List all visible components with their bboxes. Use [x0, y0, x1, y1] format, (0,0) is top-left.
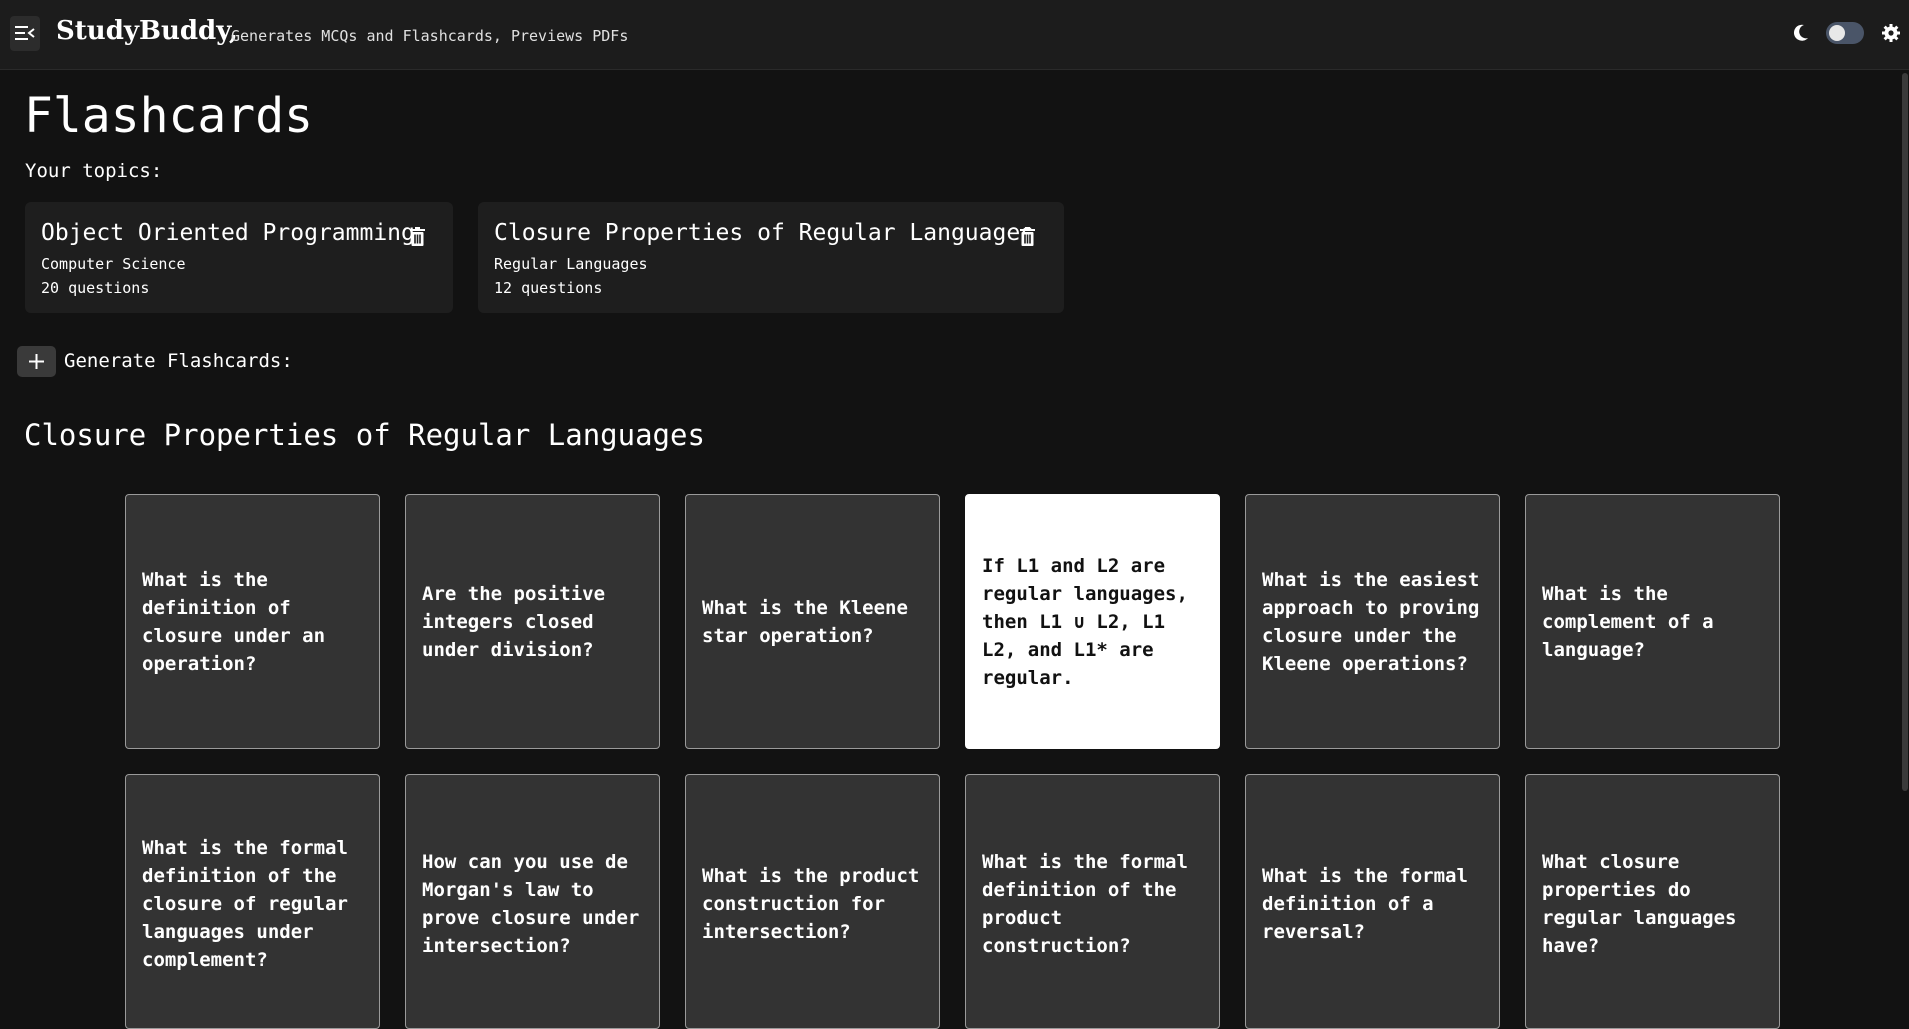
plus-icon [29, 354, 44, 369]
topics-label: Your topics: [25, 160, 163, 182]
topic-subject: Regular Languages [494, 255, 648, 273]
flashcard-text: What is the formal definition of the clo… [142, 837, 348, 971]
flashcard[interactable]: What is the product construction for int… [685, 774, 940, 1029]
sidebar-toggle-button[interactable] [10, 16, 40, 51]
toggle-knob [1829, 25, 1845, 41]
add-flashcards-button[interactable] [17, 346, 56, 377]
flashcard[interactable]: What is the complement of a language? [1525, 494, 1780, 749]
gear-icon[interactable] [1882, 24, 1900, 42]
flashcard[interactable]: Are the positive integers closed under d… [405, 494, 660, 749]
flashcard[interactable]: What is the Kleene star operation? [685, 494, 940, 749]
topic-title: Object Oriented Programming [41, 220, 415, 246]
scrollbar-thumb[interactable] [1902, 73, 1908, 791]
flashcard[interactable]: What is the formal definition of a rever… [1245, 774, 1500, 1029]
trash-icon[interactable] [409, 227, 426, 246]
page-title: Flashcards [24, 88, 313, 144]
flashcard-text: What is the formal definition of the pro… [982, 851, 1188, 957]
topic-card-closure-properties[interactable]: Closure Properties of Regular Languages … [478, 202, 1064, 313]
flashcard-text: How can you use de Morgan's law to prove… [422, 851, 640, 957]
flashcard-text: What is the formal definition of a rever… [1262, 865, 1468, 943]
flashcard-flipped[interactable]: If L1 and L2 are regular languages, then… [965, 494, 1220, 749]
app-tagline: Generates MCQs and Flashcards, Previews … [231, 27, 629, 45]
menu-collapse-icon [15, 26, 35, 40]
flashcard[interactable]: What is the definition of closure under … [125, 494, 380, 749]
topic-subject: Computer Science [41, 255, 186, 273]
generate-flashcards-label: Generate Flashcards: [64, 350, 293, 372]
flashcard-text: What is the easiest approach to proving … [1262, 568, 1480, 675]
trash-icon[interactable] [1019, 227, 1036, 246]
flashcard[interactable]: What closure properties do regular langu… [1525, 774, 1780, 1029]
top-bar: StudyBuddy, Generates MCQs and Flashcard… [0, 0, 1909, 70]
topic-card-oop[interactable]: Object Oriented Programming Computer Sci… [25, 202, 453, 313]
flashcard[interactable]: What is the formal definition of the clo… [125, 774, 380, 1029]
flashcard-text: What closure properties do regular langu… [1542, 851, 1737, 957]
topic-question-count: 20 questions [41, 279, 150, 297]
flashcard-text: Are the positive integers closed under d… [422, 582, 606, 661]
topic-title: Closure Properties of Regular Languages [494, 220, 1035, 246]
section-title: Closure Properties of Regular Languages [24, 418, 705, 452]
flashcard-text: What is the Kleene star operation? [702, 596, 908, 647]
flashcard[interactable]: How can you use de Morgan's law to prove… [405, 774, 660, 1029]
flashcard-text: What is the complement of a language? [1542, 582, 1714, 661]
app-brand[interactable]: StudyBuddy, [56, 16, 238, 46]
flashcard-answer: If L1 and L2 are regular languages, then… [982, 554, 1188, 689]
flashcard[interactable]: What is the easiest approach to proving … [1245, 494, 1500, 749]
topic-question-count: 12 questions [494, 279, 603, 297]
flashcard-text: What is the definition of closure under … [142, 568, 326, 675]
flashcard[interactable]: What is the formal definition of the pro… [965, 774, 1220, 1029]
flashcard-text: What is the product construction for int… [702, 865, 920, 943]
moon-icon [1793, 24, 1808, 41]
theme-toggle[interactable] [1826, 22, 1864, 44]
